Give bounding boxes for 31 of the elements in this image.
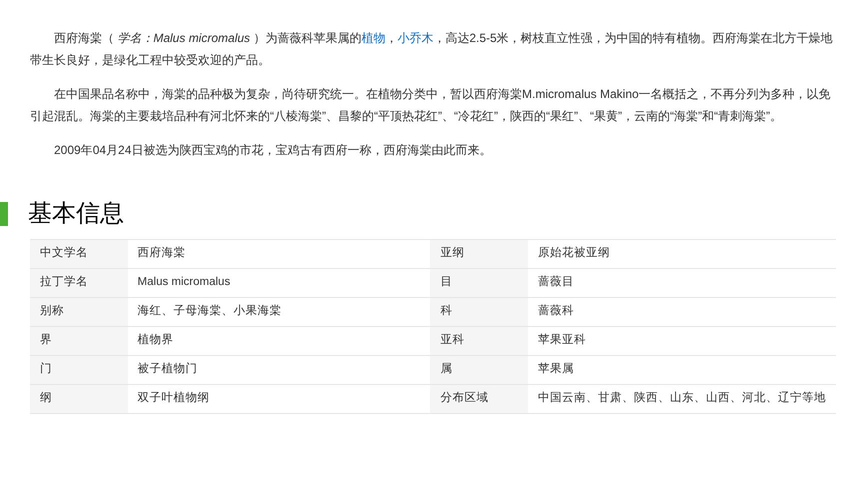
field-value: 蔷薇科 (528, 298, 836, 326)
field-label: 中文学名 (30, 240, 128, 268)
field-value: 苹果属 (528, 356, 836, 384)
section-title: 基本信息 (28, 199, 124, 229)
field-label: 分布区域 (430, 384, 528, 414)
paragraph: 在中国果品名称中，海棠的品种极为复杂，尚待研究统一。在植物分类中，暂以西府海棠M.micromalus Makino一名概括之，不再分列为多种，以免引起混乱。海棠的主要栽培品种有河北怀来的“八棱海棠”、昌黎的“平顶热花红”、“冷花红”，陕西的“果红”、“果黄”，云南的“海棠”和“青刺海棠”。 (30, 86, 832, 125)
section-marker (0, 202, 8, 226)
field-value: 海红、子母海棠、小果海棠 (128, 298, 430, 326)
field-label: 门 (30, 356, 128, 384)
paragraph: 2009年04月24日被选为陕西宝鸡的市花，宝鸡古有西府一称，西府海棠由此而来。 (53, 142, 492, 159)
field-value: 双子叶植物纲 (128, 384, 430, 414)
field-value: 被子植物门 (128, 356, 430, 384)
field-label: 界 (30, 326, 128, 356)
field-label: 亚科 (430, 326, 528, 356)
field-value: 苹果亚科 (528, 326, 836, 356)
text-link[interactable]: 植物 (361, 31, 386, 45)
paragraph: 西府海棠（ 学名：Malus micromalus ）为蔷薇科苹果属的植物，小乔木，高达2.5-5米，树枝直立性强，为中国的特有植物。西府海棠在北方干燥地带生长良好，是绿化工程中较受欢迎的产品。 (30, 30, 834, 69)
field-value: Malus micromalus (128, 268, 430, 298)
field-value: 植物界 (128, 326, 430, 356)
field-value: 中国云南、甘肃、陕西、山东、山西、河北、辽宁等地 (528, 384, 836, 414)
field-label: 目 (430, 268, 528, 298)
field-label: 科 (430, 298, 528, 326)
field-label: 纲 (30, 384, 128, 414)
field-label: 属 (430, 356, 528, 384)
field-value: 西府海棠 (128, 240, 430, 268)
field-label: 亚纲 (430, 240, 528, 268)
field-value: 原始花被亚纲 (528, 240, 836, 268)
field-label: 别称 (30, 298, 128, 326)
text-link[interactable]: 小乔木 (397, 31, 434, 45)
field-value: 蔷薇目 (528, 268, 836, 298)
field-label: 拉丁学名 (30, 268, 128, 298)
